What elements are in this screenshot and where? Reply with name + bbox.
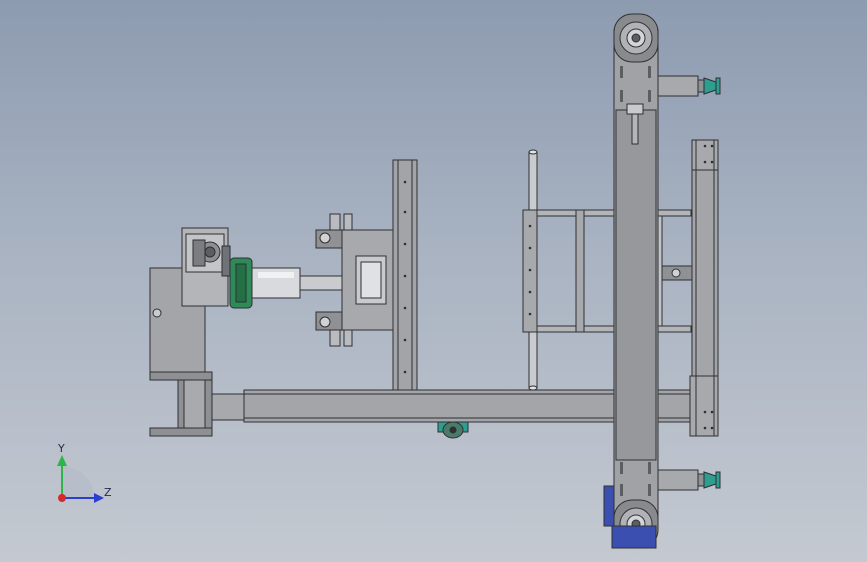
lift-frame <box>522 209 693 333</box>
z-axis-label: Z <box>104 486 112 499</box>
beam-center-bracket <box>437 421 469 439</box>
gearbox-housing <box>181 227 231 307</box>
leveling-foot-top <box>657 75 721 97</box>
coordinate-triad <box>57 455 104 503</box>
y-axis-label: Y <box>58 442 65 455</box>
leveling-foot-bottom <box>657 469 721 491</box>
green-flange <box>229 257 253 309</box>
cad-assembly-drawing <box>57 13 721 549</box>
vertical-rail-middle <box>392 159 418 393</box>
conveyor-column <box>613 13 659 549</box>
right-side-frame <box>689 139 719 437</box>
cad-viewport[interactable]: Y Z <box>0 0 867 562</box>
top-pulley <box>613 13 659 63</box>
drive-shaft <box>251 267 349 299</box>
